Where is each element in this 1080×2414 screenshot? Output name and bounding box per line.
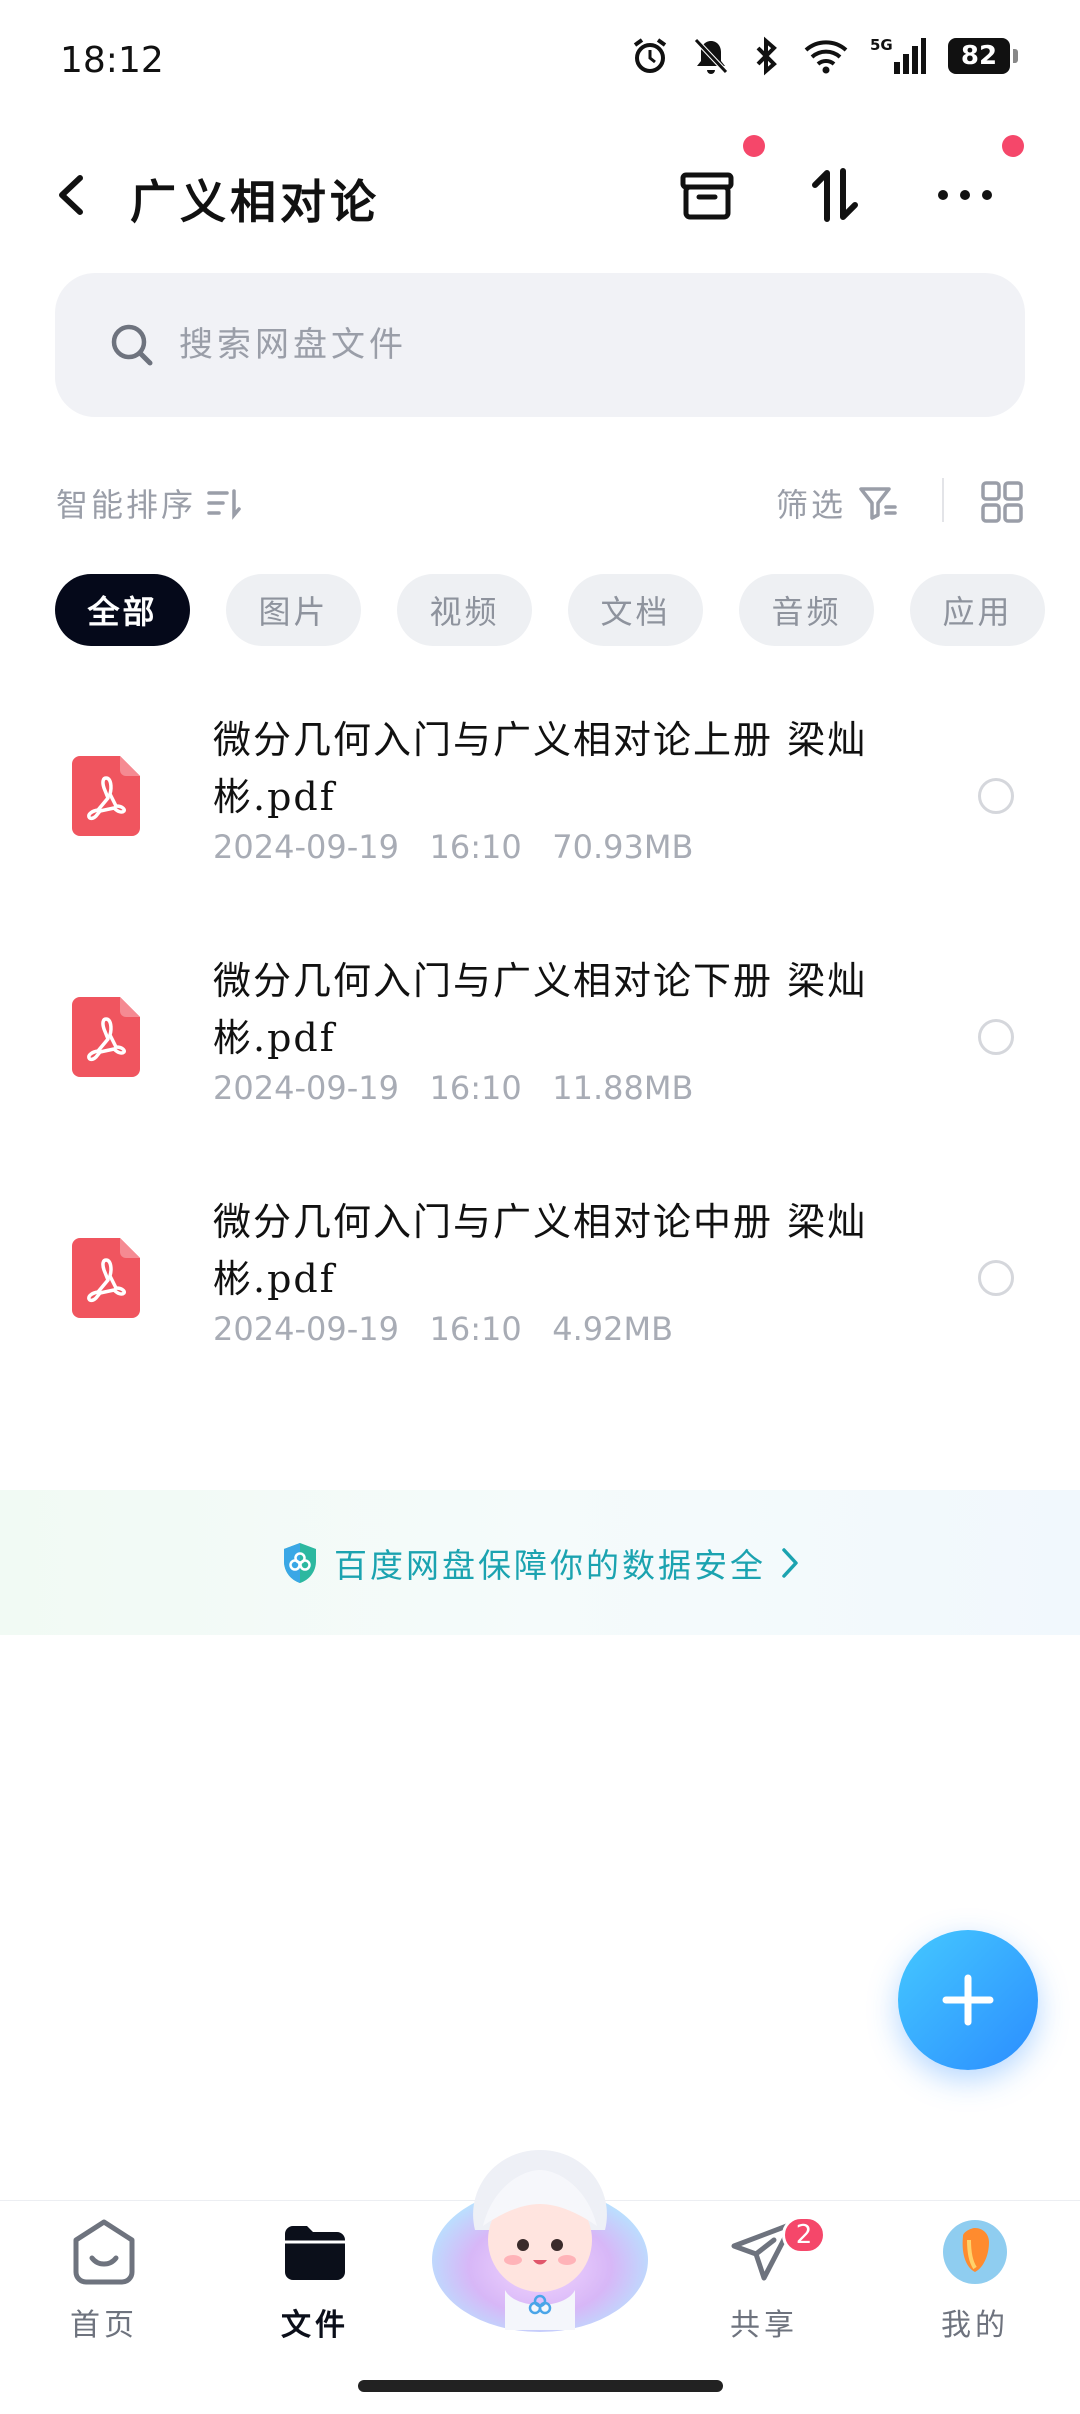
select-radio[interactable]: [978, 1019, 1014, 1055]
file-meta: 2024-09-19 16:10 11.88MB: [213, 1069, 693, 1107]
nav-home[interactable]: 首页: [34, 2216, 174, 2344]
nav-home-label: 首页: [70, 2308, 138, 2343]
file-size: 70.93MB: [552, 828, 694, 866]
nav-me-label: 我的: [941, 2308, 1009, 2343]
select-radio[interactable]: [978, 778, 1014, 814]
smart-sort-label: 智能排序: [56, 486, 197, 524]
nav-me[interactable]: 我的: [905, 2216, 1045, 2344]
avatar: [943, 2220, 1007, 2284]
tab-documents[interactable]: 文档: [568, 574, 703, 646]
page-title: 广义相对论: [130, 175, 380, 229]
security-text: 百度网盘保障你的数据安全: [334, 1545, 766, 1585]
archive-button[interactable]: [672, 160, 742, 230]
add-button[interactable]: [898, 1930, 1038, 2070]
filter-button[interactable]: 筛选: [776, 480, 898, 526]
grid-view-button[interactable]: [980, 480, 1024, 528]
search-icon: [111, 324, 153, 366]
tab-videos[interactable]: 视频: [397, 574, 532, 646]
mascot-button[interactable]: [425, 2130, 655, 2340]
status-icons: 5G 82: [630, 36, 1018, 76]
svg-text:5G: 5G: [870, 36, 893, 54]
list-item[interactable]: 微分几何入门与广义相对论下册 梁灿彬.pdf 2024-09-19 16:10 …: [0, 931, 1080, 1172]
file-size: 11.88MB: [552, 1069, 694, 1107]
archive-notification-dot: [743, 135, 765, 157]
filter-icon: [859, 487, 897, 520]
header: 广义相对论: [0, 130, 1080, 260]
pdf-icon: [72, 756, 140, 836]
file-time: 16:10: [429, 1069, 522, 1107]
more-icon: [938, 190, 992, 200]
file-name: 微分几何入门与广义相对论上册 梁灿彬.pdf: [213, 718, 868, 819]
signal-5g-icon: 5G: [870, 36, 926, 74]
file-date: 2024-09-19: [213, 1310, 399, 1348]
toolbar-row: 智能排序 筛选: [0, 470, 1080, 530]
list-item[interactable]: 微分几何入门与广义相对论上册 梁灿彬.pdf 2024-09-19 16:10 …: [0, 690, 1080, 931]
file-name: 微分几何入门与广义相对论中册 梁灿彬.pdf: [213, 1200, 868, 1301]
file-list: 微分几何入门与广义相对论上册 梁灿彬.pdf 2024-09-19 16:10 …: [0, 690, 1080, 1413]
more-notification-dot: [1002, 135, 1024, 157]
back-button[interactable]: [50, 170, 94, 220]
filter-label: 筛选: [776, 486, 847, 524]
select-radio[interactable]: [978, 1260, 1014, 1296]
status-bar: 18:12 5G 82: [0, 0, 1080, 130]
archive-icon: [680, 172, 734, 220]
chevron-right-icon: [782, 1547, 798, 1578]
tab-audio[interactable]: 音频: [739, 574, 874, 646]
file-time: 16:10: [429, 828, 522, 866]
nav-files-label: 文件: [281, 2308, 349, 2343]
wifi-icon: [804, 40, 848, 74]
shield-icon: [284, 1542, 316, 1583]
alarm-icon: [633, 38, 667, 73]
more-button[interactable]: [930, 160, 1000, 230]
tab-all[interactable]: 全部: [55, 574, 190, 646]
file-meta: 2024-09-19 16:10 70.93MB: [213, 828, 693, 866]
sort-list-icon: [207, 489, 241, 520]
chevron-left-icon: [59, 175, 83, 215]
nav-share[interactable]: 共享 2: [694, 2216, 834, 2344]
status-time: 18:12: [60, 40, 164, 81]
battery-indicator: 82: [948, 38, 1018, 74]
mute-bell-icon: [694, 38, 728, 74]
folder-icon: [285, 2226, 345, 2280]
nav-files[interactable]: 文件: [245, 2216, 385, 2344]
notification-badge: 2: [782, 2216, 826, 2254]
file-time: 16:10: [429, 1310, 522, 1348]
tab-images[interactable]: 图片: [226, 574, 361, 646]
nav-share-label: 共享: [730, 2308, 798, 2343]
security-banner[interactable]: 百度网盘保障你的数据安全: [0, 1490, 1080, 1635]
grid-view-icon: [981, 481, 1023, 523]
pdf-icon: [72, 1238, 140, 1318]
toolbar-divider: [942, 478, 944, 522]
search-input[interactable]: [179, 325, 879, 365]
bluetooth-icon: [756, 36, 777, 76]
smart-sort-button[interactable]: 智能排序: [56, 480, 242, 526]
home-indicator[interactable]: [358, 2380, 723, 2392]
tab-apps[interactable]: 应用: [910, 574, 1045, 646]
sort-icon: [812, 168, 858, 222]
file-date: 2024-09-19: [213, 828, 399, 866]
search-bar[interactable]: [55, 273, 1025, 417]
home-icon: [73, 2219, 135, 2285]
pdf-icon: [72, 997, 140, 1077]
sort-button[interactable]: [800, 160, 870, 230]
category-tabs: 全部 图片 视频 文档 音频 应用: [55, 574, 1045, 646]
file-name: 微分几何入门与广义相对论下册 梁灿彬.pdf: [213, 959, 868, 1060]
file-meta: 2024-09-19 16:10 4.92MB: [213, 1310, 673, 1348]
plus-icon: [942, 1974, 994, 2026]
file-date: 2024-09-19: [213, 1069, 399, 1107]
list-item[interactable]: 微分几何入门与广义相对论中册 梁灿彬.pdf 2024-09-19 16:10 …: [0, 1172, 1080, 1413]
file-size: 4.92MB: [552, 1310, 674, 1348]
